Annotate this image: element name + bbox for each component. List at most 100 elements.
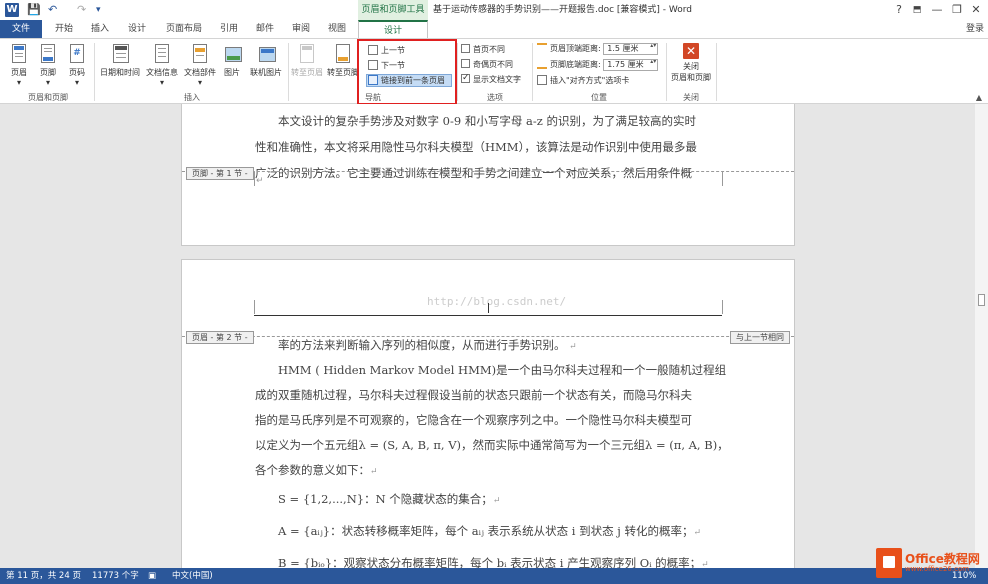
tab-mailings[interactable]: 邮件 [250, 20, 280, 38]
body-line[interactable]: 率的方法来判断输入序列的相似度，从而进行手势识别。 ↵ [278, 332, 748, 360]
goto-header-button[interactable]: 转至页眉 [290, 43, 324, 78]
body-line[interactable]: 性和准确性，本文将采用隐性马尔科夫模型（HMM），该算法是动作识别中使用最多最 [255, 134, 725, 160]
ribbon-separator [716, 43, 717, 101]
group-label-insert: 插入 [184, 93, 200, 102]
margin-corner-mark [722, 300, 723, 314]
show-document-text-checkbox[interactable]: 显示文档文字 [461, 72, 521, 86]
word-count-status[interactable]: 11773 个字 [92, 568, 139, 584]
undo-icon[interactable]: ↶ [48, 3, 57, 17]
footer-bottom-distance: 页脚底端距离: 1.75 厘米 [537, 58, 659, 71]
goto-footer-icon [333, 43, 353, 65]
footer-boundary-line [182, 171, 794, 172]
page-number-button[interactable]: # 页码 ▾ [64, 43, 90, 87]
alignment-tab-icon [537, 75, 547, 85]
body-line[interactable]: 广泛的识别方法。它主要通过训练在模型和手势之间建立一个对应关系，然后用条件概 [255, 160, 725, 186]
body-line[interactable]: 各个参数的意义如下：↵ [255, 457, 725, 485]
margin-corner-mark [722, 172, 723, 186]
ribbon-separator [457, 43, 458, 101]
highlight-annotation-box [357, 39, 457, 105]
header-footer-tools-label: 页眉和页脚工具 [358, 0, 428, 20]
help-button[interactable]: ? [890, 2, 908, 18]
tab-design[interactable]: 设计 [121, 20, 153, 38]
insert-alignment-tab-button[interactable]: 插入"对齐方式"选项卡 [537, 74, 629, 87]
ribbon-separator [288, 43, 289, 101]
tab-review[interactable]: 审阅 [286, 20, 316, 38]
redo-icon[interactable]: ↷ [77, 3, 86, 17]
ribbon: 页眉 ▾ 页脚 ▾ # 页码 ▾ 页眉和页脚 日期和时间 文档信息 ▾ 文档部件 ▾ 图片… [0, 38, 988, 105]
page-count-status[interactable]: 第 11 页，共 24 页 [6, 568, 81, 584]
body-line[interactable]: 本文设计的复杂手势涉及对数字 0-9 和小写字母 a-z 的识别，为了满足较高的… [278, 108, 748, 134]
proofing-icon[interactable]: ▣ [148, 568, 156, 584]
body-line[interactable]: S = {1,2,...,N}：N 个隐藏状态的集合；↵ [278, 486, 748, 514]
ribbon-tab-bar: 文件 开始 插入 设计 页面布局 引用 邮件 审阅 视图 设计 登录 [0, 20, 988, 38]
different-odd-even-checkbox[interactable]: 奇偶页不同 [461, 58, 513, 71]
group-label-header-footer: 页眉和页脚 [28, 93, 68, 102]
page-number-icon: # [67, 43, 87, 65]
footer-icon [38, 43, 58, 65]
header-section-tag: 页眉 - 第 2 节 - [186, 331, 254, 344]
body-line[interactable]: 以定义为一个五元组λ = (S, A, B, π, V)，然而实际中通常简写为一… [255, 432, 729, 458]
margin-corner-mark [254, 300, 255, 314]
logo-subtext: www.office26.com [905, 565, 970, 573]
picture-button[interactable]: 图片 [220, 43, 244, 78]
date-time-button[interactable]: 日期和时间 [98, 43, 142, 78]
header-top-distance: 页眉顶端距离: 1.5 厘米 [537, 42, 659, 55]
header-top-distance-input[interactable]: 1.5 厘米 [603, 42, 659, 55]
footer-bottom-distance-input[interactable]: 1.75 厘米 [603, 58, 659, 71]
tab-view[interactable]: 视图 [322, 20, 352, 38]
header-button[interactable]: 页眉 ▾ [6, 43, 32, 87]
office-logo-icon [876, 548, 902, 578]
language-status[interactable]: 中文(中国) [172, 568, 213, 584]
footer-section-tag: 页脚 - 第 1 节 - [186, 167, 254, 180]
ribbon-separator [666, 43, 667, 101]
ribbon-display-options-icon[interactable]: ⬒ [908, 2, 926, 18]
online-picture-icon [256, 43, 276, 65]
online-picture-button[interactable]: 联机图片 [246, 43, 286, 78]
body-line[interactable]: B = {bᵢₒ}：观察状态分布概率矩阵，每个 bᵢ 表示状态 i 产生观察序列… [278, 550, 748, 568]
header-icon [9, 43, 29, 65]
group-label-options: 选项 [487, 93, 503, 102]
customize-quick-access-icon[interactable]: ▾ [96, 3, 101, 17]
body-line[interactable]: HMM ( Hidden Markov Model HMM)是一个由马尔科夫过程… [278, 357, 748, 383]
body-line[interactable]: A = {aᵢⱼ}：状态转移概率矩阵，每个 aᵢⱼ 表示系统从状态 i 到状态 … [278, 518, 748, 546]
ribbon-separator [94, 43, 95, 101]
margin-corner-mark [254, 172, 255, 186]
goto-header-icon [297, 43, 317, 65]
tab-header-footer-design[interactable]: 设计 [358, 20, 428, 38]
body-line[interactable]: 指的是马氏序列是不可观察的，它隐含在一个观察序列之中。一个隐性马尔科夫模型可 [255, 407, 725, 433]
text-cursor [488, 303, 489, 313]
document-info-button[interactable]: 文档信息 ▾ [144, 43, 180, 87]
page: 本文设计的复杂手势涉及对数字 0-9 和小写字母 a-z 的识别，为了满足较高的… [181, 104, 795, 246]
footer-button[interactable]: 页脚 ▾ [35, 43, 61, 87]
tab-insert[interactable]: 插入 [84, 20, 116, 38]
close-header-footer-button[interactable]: ✕ 关闭 页眉和页脚 [668, 43, 714, 83]
title-bar: W 💾 ↶ ↷ ▾ 页眉和页脚工具 基于运动传感器的手势识别——开题报告.doc… [0, 0, 988, 20]
tab-page-layout[interactable]: 页面布局 [160, 20, 208, 38]
collapse-ribbon-icon[interactable]: ▲ [976, 93, 982, 102]
page: http://blog.csdn.net/ 页眉 - 第 2 节 - 与上一节相… [181, 259, 795, 568]
save-icon[interactable]: 💾 [27, 3, 41, 17]
footer-distance-icon [537, 59, 547, 69]
word-app-icon[interactable]: W [5, 3, 19, 17]
body-line[interactable]: 成的双重随机过程，马尔科夫过程假设当前的状态只跟前一个状态有关，而隐马尔科夫 [255, 382, 725, 408]
tab-references[interactable]: 引用 [214, 20, 244, 38]
picture-icon [222, 43, 242, 65]
scrollbar-thumb[interactable] [978, 294, 985, 306]
office-tutorial-logo: Office教程网 www.office26.com [876, 548, 984, 578]
goto-footer-button[interactable]: 转至页脚 [326, 43, 360, 78]
status-bar: 第 11 页，共 24 页 11773 个字 ▣ 中文(中国) 110% [0, 568, 988, 584]
paragraph-mark: ↵ [256, 176, 264, 186]
vertical-scrollbar[interactable] [975, 104, 988, 568]
minimize-button[interactable]: — [928, 2, 946, 18]
restore-button[interactable]: ❐ [948, 2, 966, 18]
close-icon: ✕ [683, 43, 699, 59]
document-info-icon [152, 43, 172, 65]
close-button[interactable]: ✕ [967, 2, 985, 18]
tab-home[interactable]: 开始 [48, 20, 80, 38]
ribbon-separator [532, 43, 533, 101]
sign-in-link[interactable]: 登录 [966, 20, 984, 38]
window-title: 基于运动传感器的手势识别——开题报告.doc [兼容模式] - Word [433, 5, 693, 15]
document-parts-button[interactable]: 文档部件 ▾ [182, 43, 218, 87]
tab-file[interactable]: 文件 [0, 20, 42, 38]
different-first-page-checkbox[interactable]: 首页不同 [461, 43, 505, 56]
